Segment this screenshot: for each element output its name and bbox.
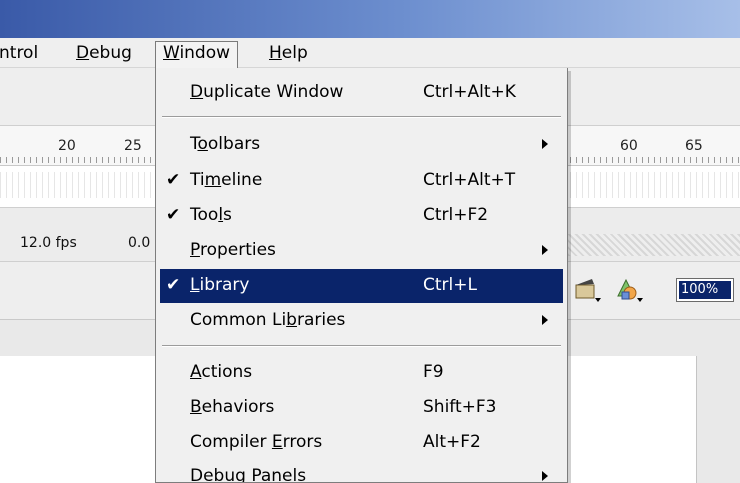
edit-scene-icon[interactable] — [572, 276, 602, 304]
menu-item-library[interactable]: ✔ Library Ctrl+L — [160, 269, 563, 303]
menu-item-tools[interactable]: ✔ Tools Ctrl+F2 — [160, 199, 563, 233]
menu-separator — [162, 345, 561, 347]
menu-item-compiler-errors[interactable]: Compiler Errors Alt+F2 — [160, 426, 563, 460]
menu-control[interactable]: ntrol — [0, 42, 45, 64]
menu-item-behaviors[interactable]: Behaviors Shift+F3 — [160, 391, 563, 425]
ruler-number: 65 — [685, 138, 703, 154]
menu-window[interactable]: Window — [155, 41, 239, 68]
menu-debug[interactable]: Debug — [69, 42, 139, 64]
menu-item-common-libraries[interactable]: Common Libraries — [160, 304, 563, 338]
menu-item-timeline[interactable]: ✔ Timeline Ctrl+Alt+T — [160, 164, 563, 198]
submenu-arrow-icon — [542, 139, 548, 149]
menu-separator — [162, 116, 561, 118]
elapsed-time: 0.0 — [128, 235, 151, 251]
edit-symbols-icon[interactable] — [614, 276, 644, 304]
submenu-arrow-icon — [542, 471, 548, 481]
submenu-arrow-icon — [542, 245, 548, 255]
frame-rate: 12.0 fps — [20, 235, 77, 251]
submenu-arrow-icon — [542, 315, 548, 325]
menu-help[interactable]: Help — [262, 42, 315, 64]
checkmark-icon: ✔ — [166, 275, 181, 295]
menu-item-duplicate-window[interactable]: Duplicate Window Ctrl+Alt+K — [160, 76, 563, 110]
ruler-number: 25 — [124, 138, 142, 154]
timeline-scrollbar[interactable] — [568, 234, 740, 256]
menu-item-debug-panels[interactable]: Debug Panels — [160, 460, 563, 482]
ruler-number: 20 — [58, 138, 76, 154]
ruler-number: 60 — [620, 138, 638, 154]
checkmark-icon: ✔ — [166, 205, 181, 225]
menu-item-toolbars[interactable]: Toolbars — [160, 128, 563, 162]
zoom-field[interactable]: 100% — [676, 278, 734, 302]
window-title-bar — [0, 0, 740, 38]
checkmark-icon: ✔ — [166, 170, 181, 190]
menu-item-properties[interactable]: Properties — [160, 234, 563, 268]
menu-bar: ntrol Debug Window Help — [0, 38, 740, 68]
menu-item-actions[interactable]: Actions F9 — [160, 356, 563, 390]
window-menu-dropdown: Duplicate Window Ctrl+Alt+K Toolbars ✔ T… — [155, 68, 568, 483]
